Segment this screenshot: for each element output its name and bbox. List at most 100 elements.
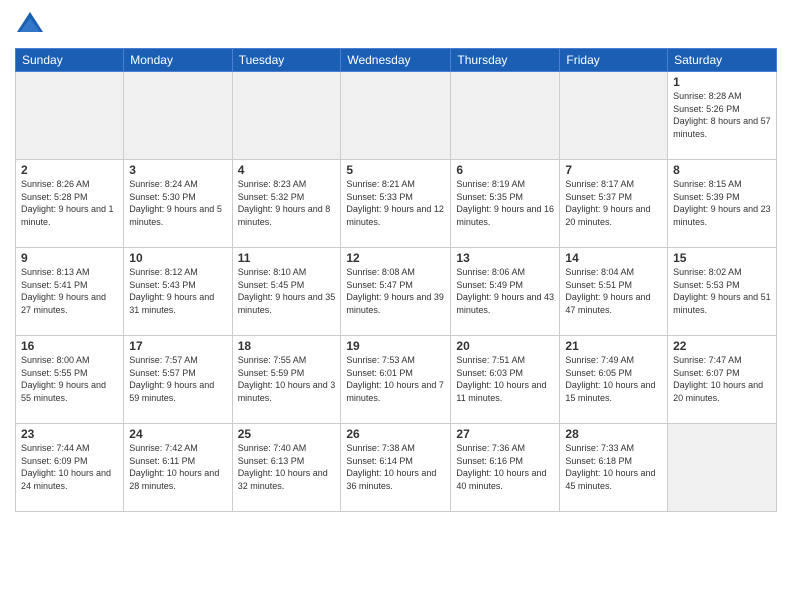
day-number: 1 [673, 75, 771, 89]
day-number: 11 [238, 251, 336, 265]
calendar-cell: 26Sunrise: 7:38 AM Sunset: 6:14 PM Dayli… [341, 424, 451, 512]
week-row-1: 1Sunrise: 8:28 AM Sunset: 5:26 PM Daylig… [16, 72, 777, 160]
day-number: 7 [565, 163, 662, 177]
calendar-cell [668, 424, 777, 512]
day-info: Sunrise: 8:24 AM Sunset: 5:30 PM Dayligh… [129, 178, 226, 228]
day-info: Sunrise: 8:21 AM Sunset: 5:33 PM Dayligh… [346, 178, 445, 228]
day-number: 28 [565, 427, 662, 441]
calendar-cell: 12Sunrise: 8:08 AM Sunset: 5:47 PM Dayli… [341, 248, 451, 336]
day-number: 2 [21, 163, 118, 177]
day-info: Sunrise: 8:10 AM Sunset: 5:45 PM Dayligh… [238, 266, 336, 316]
calendar-cell: 28Sunrise: 7:33 AM Sunset: 6:18 PM Dayli… [560, 424, 668, 512]
calendar-cell [16, 72, 124, 160]
calendar-table: Sunday Monday Tuesday Wednesday Thursday… [15, 48, 777, 512]
calendar-cell: 11Sunrise: 8:10 AM Sunset: 5:45 PM Dayli… [232, 248, 341, 336]
calendar-cell: 21Sunrise: 7:49 AM Sunset: 6:05 PM Dayli… [560, 336, 668, 424]
calendar-cell: 22Sunrise: 7:47 AM Sunset: 6:07 PM Dayli… [668, 336, 777, 424]
day-info: Sunrise: 8:12 AM Sunset: 5:43 PM Dayligh… [129, 266, 226, 316]
day-info: Sunrise: 8:02 AM Sunset: 5:53 PM Dayligh… [673, 266, 771, 316]
day-number: 9 [21, 251, 118, 265]
day-number: 15 [673, 251, 771, 265]
calendar-cell: 6Sunrise: 8:19 AM Sunset: 5:35 PM Daylig… [451, 160, 560, 248]
logo-icon [15, 10, 45, 40]
day-info: Sunrise: 8:00 AM Sunset: 5:55 PM Dayligh… [21, 354, 118, 404]
day-info: Sunrise: 8:28 AM Sunset: 5:26 PM Dayligh… [673, 90, 771, 140]
day-number: 13 [456, 251, 554, 265]
day-number: 3 [129, 163, 226, 177]
day-info: Sunrise: 7:55 AM Sunset: 5:59 PM Dayligh… [238, 354, 336, 404]
calendar-cell: 4Sunrise: 8:23 AM Sunset: 5:32 PM Daylig… [232, 160, 341, 248]
calendar-cell: 27Sunrise: 7:36 AM Sunset: 6:16 PM Dayli… [451, 424, 560, 512]
day-number: 27 [456, 427, 554, 441]
day-number: 17 [129, 339, 226, 353]
day-info: Sunrise: 8:08 AM Sunset: 5:47 PM Dayligh… [346, 266, 445, 316]
day-info: Sunrise: 8:13 AM Sunset: 5:41 PM Dayligh… [21, 266, 118, 316]
calendar-cell: 15Sunrise: 8:02 AM Sunset: 5:53 PM Dayli… [668, 248, 777, 336]
header-monday: Monday [124, 49, 232, 72]
calendar-cell: 13Sunrise: 8:06 AM Sunset: 5:49 PM Dayli… [451, 248, 560, 336]
day-number: 26 [346, 427, 445, 441]
calendar-cell: 2Sunrise: 8:26 AM Sunset: 5:28 PM Daylig… [16, 160, 124, 248]
header-tuesday: Tuesday [232, 49, 341, 72]
calendar-cell [232, 72, 341, 160]
day-info: Sunrise: 8:17 AM Sunset: 5:37 PM Dayligh… [565, 178, 662, 228]
day-number: 10 [129, 251, 226, 265]
calendar-cell [451, 72, 560, 160]
day-info: Sunrise: 7:42 AM Sunset: 6:11 PM Dayligh… [129, 442, 226, 492]
day-info: Sunrise: 8:23 AM Sunset: 5:32 PM Dayligh… [238, 178, 336, 228]
day-number: 20 [456, 339, 554, 353]
calendar-cell [560, 72, 668, 160]
day-info: Sunrise: 7:57 AM Sunset: 5:57 PM Dayligh… [129, 354, 226, 404]
day-info: Sunrise: 8:19 AM Sunset: 5:35 PM Dayligh… [456, 178, 554, 228]
day-number: 25 [238, 427, 336, 441]
weekday-header-row: Sunday Monday Tuesday Wednesday Thursday… [16, 49, 777, 72]
day-number: 8 [673, 163, 771, 177]
day-info: Sunrise: 8:06 AM Sunset: 5:49 PM Dayligh… [456, 266, 554, 316]
day-number: 18 [238, 339, 336, 353]
header-friday: Friday [560, 49, 668, 72]
calendar-cell: 17Sunrise: 7:57 AM Sunset: 5:57 PM Dayli… [124, 336, 232, 424]
week-row-2: 2Sunrise: 8:26 AM Sunset: 5:28 PM Daylig… [16, 160, 777, 248]
day-info: Sunrise: 7:53 AM Sunset: 6:01 PM Dayligh… [346, 354, 445, 404]
day-number: 4 [238, 163, 336, 177]
header-saturday: Saturday [668, 49, 777, 72]
calendar-cell: 20Sunrise: 7:51 AM Sunset: 6:03 PM Dayli… [451, 336, 560, 424]
calendar-cell: 14Sunrise: 8:04 AM Sunset: 5:51 PM Dayli… [560, 248, 668, 336]
day-info: Sunrise: 7:36 AM Sunset: 6:16 PM Dayligh… [456, 442, 554, 492]
day-number: 19 [346, 339, 445, 353]
calendar-cell: 24Sunrise: 7:42 AM Sunset: 6:11 PM Dayli… [124, 424, 232, 512]
day-info: Sunrise: 7:38 AM Sunset: 6:14 PM Dayligh… [346, 442, 445, 492]
calendar-cell: 7Sunrise: 8:17 AM Sunset: 5:37 PM Daylig… [560, 160, 668, 248]
page: Sunday Monday Tuesday Wednesday Thursday… [0, 0, 792, 612]
day-info: Sunrise: 8:26 AM Sunset: 5:28 PM Dayligh… [21, 178, 118, 228]
day-number: 16 [21, 339, 118, 353]
calendar-cell: 9Sunrise: 8:13 AM Sunset: 5:41 PM Daylig… [16, 248, 124, 336]
day-info: Sunrise: 8:04 AM Sunset: 5:51 PM Dayligh… [565, 266, 662, 316]
day-info: Sunrise: 7:33 AM Sunset: 6:18 PM Dayligh… [565, 442, 662, 492]
day-number: 6 [456, 163, 554, 177]
day-info: Sunrise: 7:47 AM Sunset: 6:07 PM Dayligh… [673, 354, 771, 404]
header [15, 10, 777, 40]
logo [15, 10, 49, 40]
week-row-4: 16Sunrise: 8:00 AM Sunset: 5:55 PM Dayli… [16, 336, 777, 424]
calendar-cell: 23Sunrise: 7:44 AM Sunset: 6:09 PM Dayli… [16, 424, 124, 512]
header-sunday: Sunday [16, 49, 124, 72]
day-number: 5 [346, 163, 445, 177]
week-row-5: 23Sunrise: 7:44 AM Sunset: 6:09 PM Dayli… [16, 424, 777, 512]
day-number: 22 [673, 339, 771, 353]
day-info: Sunrise: 7:40 AM Sunset: 6:13 PM Dayligh… [238, 442, 336, 492]
day-info: Sunrise: 8:15 AM Sunset: 5:39 PM Dayligh… [673, 178, 771, 228]
header-wednesday: Wednesday [341, 49, 451, 72]
day-number: 21 [565, 339, 662, 353]
header-thursday: Thursday [451, 49, 560, 72]
day-info: Sunrise: 7:44 AM Sunset: 6:09 PM Dayligh… [21, 442, 118, 492]
day-number: 12 [346, 251, 445, 265]
calendar-cell: 1Sunrise: 8:28 AM Sunset: 5:26 PM Daylig… [668, 72, 777, 160]
calendar-cell [124, 72, 232, 160]
calendar-cell: 19Sunrise: 7:53 AM Sunset: 6:01 PM Dayli… [341, 336, 451, 424]
calendar-cell: 8Sunrise: 8:15 AM Sunset: 5:39 PM Daylig… [668, 160, 777, 248]
calendar-cell: 25Sunrise: 7:40 AM Sunset: 6:13 PM Dayli… [232, 424, 341, 512]
week-row-3: 9Sunrise: 8:13 AM Sunset: 5:41 PM Daylig… [16, 248, 777, 336]
day-number: 14 [565, 251, 662, 265]
day-number: 24 [129, 427, 226, 441]
